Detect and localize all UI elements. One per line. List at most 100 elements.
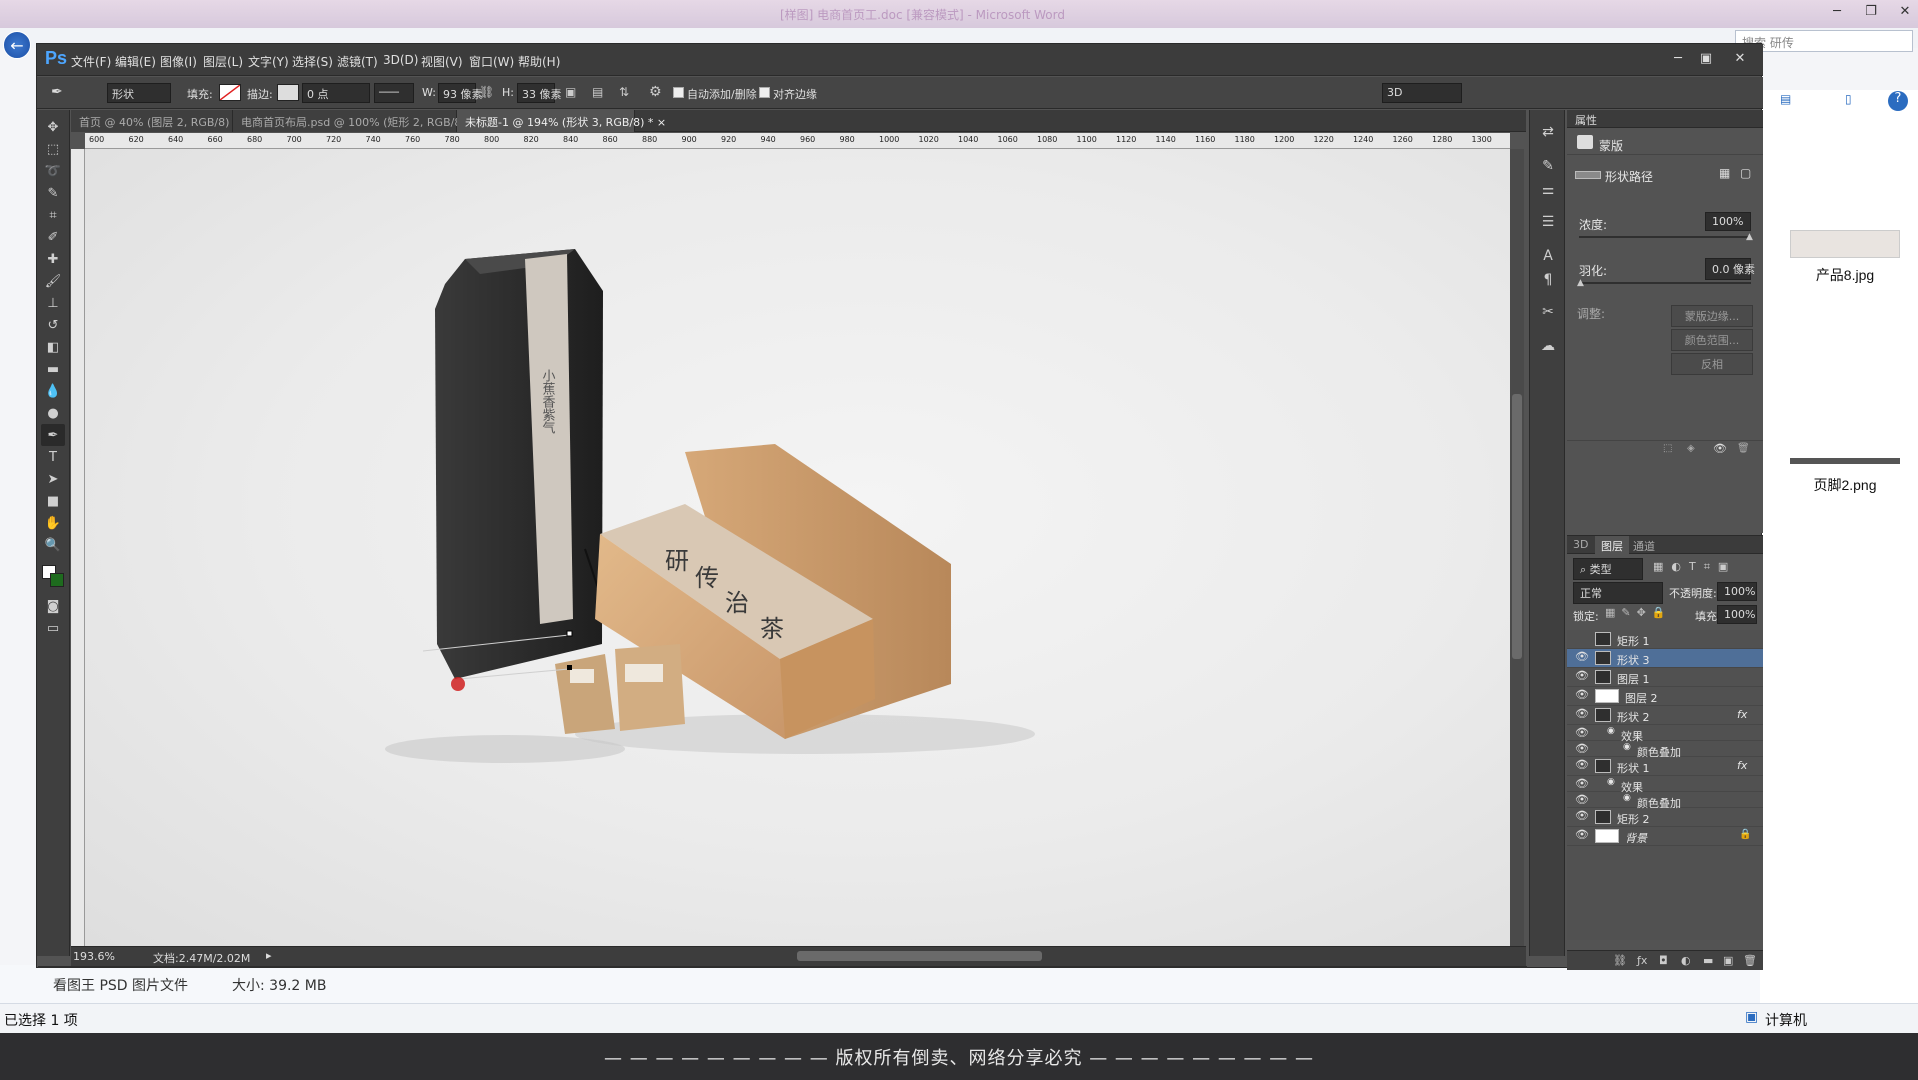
close-tab-icon[interactable]: × <box>653 116 666 129</box>
layer-row[interactable]: 👁 形状 1 fx <box>1567 757 1763 776</box>
density-input[interactable]: 100% <box>1705 212 1751 231</box>
stroke-size-input[interactable]: 0 点 <box>302 83 370 103</box>
document-canvas[interactable]: 小蕉香紫气 研 传 治 茶 <box>85 149 1510 946</box>
background-color-swatch[interactable] <box>50 573 64 587</box>
trash-icon[interactable]: 🗑 <box>1743 954 1757 967</box>
path-alignment-icon[interactable]: ▤ <box>592 85 603 99</box>
layer-name[interactable]: 形状 3 <box>1617 652 1650 668</box>
pen-tool-icon[interactable]: ✒ <box>41 424 65 446</box>
horizontal-scroll-thumb[interactable] <box>797 951 1042 961</box>
layer-row[interactable]: 👁 形状 2 fx <box>1567 706 1763 725</box>
character-panel-icon[interactable]: A <box>1536 244 1560 268</box>
effect-eye-icon[interactable]: ◉ <box>1607 726 1615 736</box>
ps-minimize-button[interactable]: ─ <box>1665 48 1691 68</box>
visibility-eye-icon[interactable] <box>1575 631 1589 645</box>
toggle-mask-eye-icon[interactable]: 👁 <box>1713 442 1727 455</box>
layer-row[interactable]: 👁 ◉ 颜色叠加 <box>1567 741 1763 759</box>
new-layer-icon[interactable]: ▣ <box>1723 954 1733 967</box>
menu-item-6[interactable]: 滤镜(T) <box>337 53 378 70</box>
ps-restore-button[interactable]: ▣ <box>1693 48 1719 68</box>
apply-mask-icon[interactable]: ◈ <box>1687 443 1695 454</box>
menu-item-0[interactable]: 文件(F) <box>71 53 111 70</box>
effect-eye-icon[interactable]: ◉ <box>1607 777 1615 787</box>
visibility-eye-icon[interactable]: 👁 <box>1575 828 1589 842</box>
layer-fx-badge[interactable]: fx <box>1737 708 1747 721</box>
layer-row[interactable]: 👁 矩形 2 <box>1567 808 1763 827</box>
visibility-eye-icon[interactable]: 👁 <box>1575 758 1589 772</box>
menu-item-5[interactable]: 选择(S) <box>292 53 333 70</box>
gear-icon[interactable]: ⚙ <box>649 84 662 100</box>
brush-tool-icon[interactable]: 🖌 <box>41 270 65 292</box>
hand-tool-icon[interactable]: ✋ <box>41 512 65 534</box>
layer-fx-badge[interactable]: fx <box>1737 759 1747 772</box>
layer-filter-select[interactable]: ⌕ 类型 <box>1573 558 1643 580</box>
zoom-level[interactable]: 193.6% <box>73 950 115 963</box>
visibility-eye-icon[interactable]: 👁 <box>1575 809 1589 823</box>
fill-input[interactable]: 100% <box>1717 605 1757 624</box>
tool-mode-select[interactable]: 形状 <box>107 83 171 103</box>
layers-comp-icon[interactable]: ☰ <box>1536 210 1560 234</box>
view-icon[interactable]: ▤ <box>1780 92 1800 108</box>
screen-mode-icon[interactable]: ▭ <box>41 617 65 639</box>
feather-slider[interactable] <box>1579 282 1751 284</box>
new-group-icon[interactable]: ▬ <box>1703 954 1713 967</box>
feather-input[interactable]: 0.0 像素 <box>1705 258 1755 280</box>
align-edges-checkbox[interactable] <box>759 87 770 98</box>
stroke-type-select[interactable]: ─── <box>374 83 414 103</box>
link-layers-icon[interactable]: ⛓ <box>1613 954 1627 967</box>
status-menu-arrow-icon[interactable]: ▸ <box>266 949 272 962</box>
height-input[interactable]: 33 像素 <box>517 83 562 103</box>
file-label-product8[interactable]: 产品8.jpg <box>1785 265 1905 285</box>
menu-item-3[interactable]: 图层(L) <box>203 53 243 70</box>
blur-tool-icon[interactable]: 💧 <box>41 380 65 402</box>
visibility-eye-icon[interactable]: 👁 <box>1575 726 1589 740</box>
eraser-tool-icon[interactable]: ◧ <box>41 336 65 358</box>
marquee-tool-icon[interactable]: ⬚ <box>41 138 65 160</box>
visibility-eye-icon[interactable]: 👁 <box>1575 742 1589 756</box>
document-tab-2[interactable]: 未标题-1 @ 194% (形状 3, RGB/8) * × <box>457 110 666 132</box>
opacity-input[interactable]: 100% <box>1717 582 1757 601</box>
close-button[interactable]: ✕ <box>1888 0 1918 22</box>
workspace-select[interactable]: 3D <box>1382 83 1462 103</box>
visibility-eye-icon[interactable]: 👁 <box>1575 650 1589 664</box>
history-panel-icon[interactable]: ⇄ <box>1536 120 1560 144</box>
menu-item-1[interactable]: 编辑(E) <box>115 53 156 70</box>
ps-close-button[interactable]: ✕ <box>1727 48 1753 68</box>
layer-row[interactable]: 矩形 1 <box>1567 630 1763 649</box>
invert-button[interactable]: 反相 <box>1671 353 1753 375</box>
menu-item-4[interactable]: 文字(Y) <box>248 53 289 70</box>
visibility-eye-icon[interactable]: 👁 <box>1575 688 1589 702</box>
add-mask-icon[interactable]: ◘ <box>1659 954 1668 967</box>
menu-item-10[interactable]: 帮助(H) <box>518 53 560 70</box>
menu-item-9[interactable]: 窗口(W) <box>469 53 514 70</box>
layer-row[interactable]: 👁 ◉ 效果 <box>1567 725 1763 743</box>
layer-name[interactable]: 背景 <box>1625 830 1647 846</box>
tab-3d[interactable]: 3D <box>1573 538 1588 551</box>
visibility-eye-icon[interactable]: 👁 <box>1575 669 1589 683</box>
file-thumbnail-footer2[interactable] <box>1790 458 1900 464</box>
menu-item-2[interactable]: 图像(I) <box>160 53 197 70</box>
brush-panel-icon[interactable]: ✎ <box>1536 154 1560 178</box>
fill-swatch[interactable] <box>219 84 241 101</box>
layer-name[interactable]: 形状 2 <box>1617 709 1650 725</box>
stamp-tool-icon[interactable]: ⊥ <box>41 292 65 314</box>
path-operations-icon[interactable]: ▣ <box>565 85 576 99</box>
layer-filter-icons[interactable]: ▦◐T⌗▣ <box>1653 560 1736 574</box>
vertical-scroll-thumb[interactable] <box>1512 394 1522 659</box>
dodge-tool-icon[interactable]: ● <box>41 402 65 424</box>
move-tool-icon[interactable]: ✥ <box>41 116 65 138</box>
layer-row[interactable]: 👁 形状 3 <box>1567 649 1763 668</box>
layer-name[interactable]: 矩形 2 <box>1617 811 1650 827</box>
file-thumbnail-product8[interactable] <box>1790 230 1900 258</box>
blend-mode-select[interactable]: 正常 <box>1573 582 1663 604</box>
add-vector-mask-icon[interactable]: ▢ <box>1740 166 1751 180</box>
history-brush-icon[interactable]: ↺ <box>41 314 65 336</box>
eyedropper-tool-icon[interactable]: ✐ <box>41 226 65 248</box>
layer-name[interactable]: 图层 1 <box>1617 671 1650 687</box>
menu-item-7[interactable]: 3D(D) <box>383 53 418 67</box>
quick-mask-icon[interactable]: ◙ <box>41 595 65 617</box>
color-range-button[interactable]: 颜色范围... <box>1671 329 1753 351</box>
pen-tool-preset-icon[interactable]: ✒ <box>51 84 63 100</box>
load-selection-icon[interactable]: ⬚ <box>1663 443 1672 454</box>
shape-tool-icon[interactable]: ■ <box>41 490 65 512</box>
